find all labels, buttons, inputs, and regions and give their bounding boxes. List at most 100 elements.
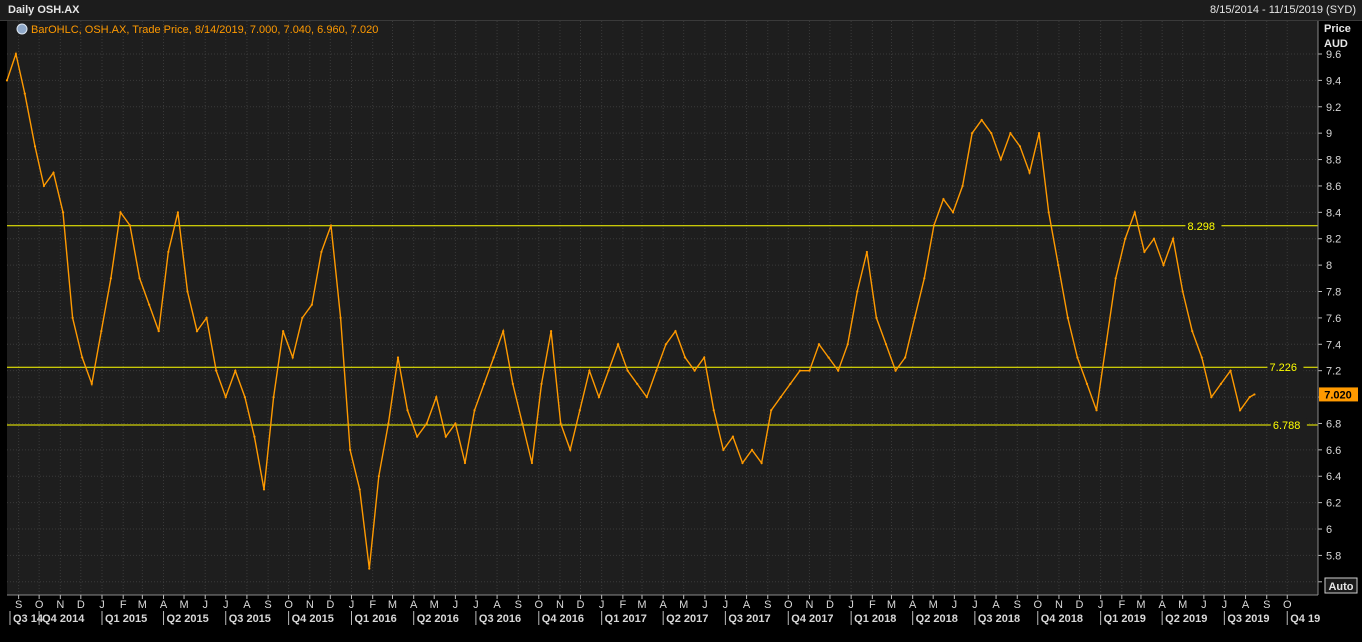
x-month-label: A <box>493 599 501 611</box>
x-month-label: A <box>243 599 251 611</box>
price-chart[interactable]: 8.2987.2266.788 5.65.866.26.46.66.877.27… <box>0 21 1362 642</box>
price-point <box>416 435 419 438</box>
y-tick-label: 6.8 <box>1326 418 1341 430</box>
price-point <box>750 448 754 451</box>
price-point <box>1066 316 1069 319</box>
x-month-label: M <box>1136 599 1145 611</box>
price-point <box>999 158 1002 161</box>
price-point <box>61 211 65 214</box>
last-price-badge: 7.020 <box>1319 387 1358 402</box>
price-point <box>128 224 132 227</box>
x-month-label: F <box>120 599 127 611</box>
x-quarter-label: Q4 2014 <box>42 613 85 625</box>
price-point <box>1171 237 1175 240</box>
price-point <box>1191 329 1194 333</box>
x-month-label: A <box>660 599 668 611</box>
price-point <box>406 409 409 412</box>
price-point <box>483 382 486 385</box>
x-month-label: A <box>1242 599 1250 611</box>
y-tick-label: 8.2 <box>1326 234 1341 246</box>
x-quarter-label: Q3 2019 <box>1227 613 1269 625</box>
price-point <box>195 329 199 333</box>
price-point <box>569 448 572 451</box>
price-point <box>578 409 581 412</box>
price-point <box>904 356 907 359</box>
x-month-label: F <box>369 599 376 611</box>
x-month-label: D <box>577 599 585 611</box>
price-point <box>530 461 534 465</box>
price-point <box>157 329 160 333</box>
price-point <box>33 145 37 148</box>
price-point <box>1229 369 1232 372</box>
x-quarter-label: Q2 2016 <box>417 613 459 625</box>
series-settings-icon[interactable] <box>16 23 28 35</box>
price-point <box>1095 409 1098 412</box>
x-month-label: J <box>952 599 958 611</box>
x-month-label: M <box>138 599 147 611</box>
x-month-label: O <box>1283 599 1292 611</box>
y-tick-label: 7.2 <box>1326 366 1341 378</box>
price-point <box>856 290 859 293</box>
x-month-label: M <box>637 599 646 611</box>
x-month-label: J <box>473 599 479 611</box>
price-point <box>1047 211 1050 214</box>
price-point <box>875 316 878 319</box>
price-point <box>1124 237 1127 240</box>
price-point <box>664 343 668 346</box>
price-point <box>42 184 46 188</box>
x-month-label: O <box>784 599 793 611</box>
auto-scale-button[interactable]: Auto <box>1324 577 1358 594</box>
x-month-label: M <box>388 599 397 611</box>
price-point <box>1143 250 1146 254</box>
price-point <box>693 369 696 372</box>
x-quarter-label: Q1 2017 <box>605 613 647 625</box>
price-point <box>23 92 26 95</box>
y-tick-label: 8 <box>1326 260 1332 272</box>
x-month-label: J <box>1098 599 1104 611</box>
x-month-label: S <box>764 599 771 611</box>
price-point <box>760 461 763 465</box>
x-month-label: D <box>1075 599 1083 611</box>
price-point <box>444 435 447 438</box>
x-quarter-label: Q4 19 <box>1290 613 1320 625</box>
level-label: 8.298 <box>1187 221 1215 233</box>
price-point <box>109 277 112 280</box>
level-label: 6.788 <box>1273 420 1301 432</box>
price-point <box>597 395 601 399</box>
price-point <box>90 382 93 385</box>
price-point <box>425 422 428 425</box>
x-month-label: F <box>1118 599 1125 611</box>
x-month-label: N <box>56 599 64 611</box>
x-month-label: F <box>619 599 626 611</box>
price-point <box>1152 237 1156 240</box>
x-month-label: J <box>702 599 708 611</box>
price-point <box>463 461 467 465</box>
x-month-label: J <box>202 599 208 611</box>
y-tick-label: 8.8 <box>1326 155 1341 167</box>
x-month-label: M <box>1178 599 1187 611</box>
x-month-label: M <box>179 599 188 611</box>
x-month-label: A <box>909 599 917 611</box>
price-point <box>349 448 352 451</box>
price-point <box>865 250 868 254</box>
x-month-label: J <box>349 599 355 611</box>
x-quarter-label: Q1 2019 <box>1104 613 1146 625</box>
price-point <box>683 356 687 359</box>
price-point <box>798 369 801 372</box>
price-point <box>808 369 811 372</box>
price-point <box>1133 211 1136 214</box>
x-quarter-label: Q4 2018 <box>1041 613 1083 625</box>
price-point <box>176 211 179 214</box>
price-point <box>272 395 275 399</box>
date-range[interactable]: 8/15/2014 - 11/15/2019 (SYD) <box>1210 4 1356 16</box>
price-point <box>1210 395 1213 399</box>
level-label: 7.226 <box>1269 362 1297 374</box>
price-point <box>205 316 208 319</box>
price-point <box>435 395 438 399</box>
x-quarter-label: Q2 2019 <box>1165 613 1207 625</box>
price-point <box>1181 290 1184 293</box>
price-point <box>234 369 237 372</box>
price-point <box>789 382 792 385</box>
y-tick-label: 6.6 <box>1326 445 1341 457</box>
x-month-label: D <box>77 599 85 611</box>
